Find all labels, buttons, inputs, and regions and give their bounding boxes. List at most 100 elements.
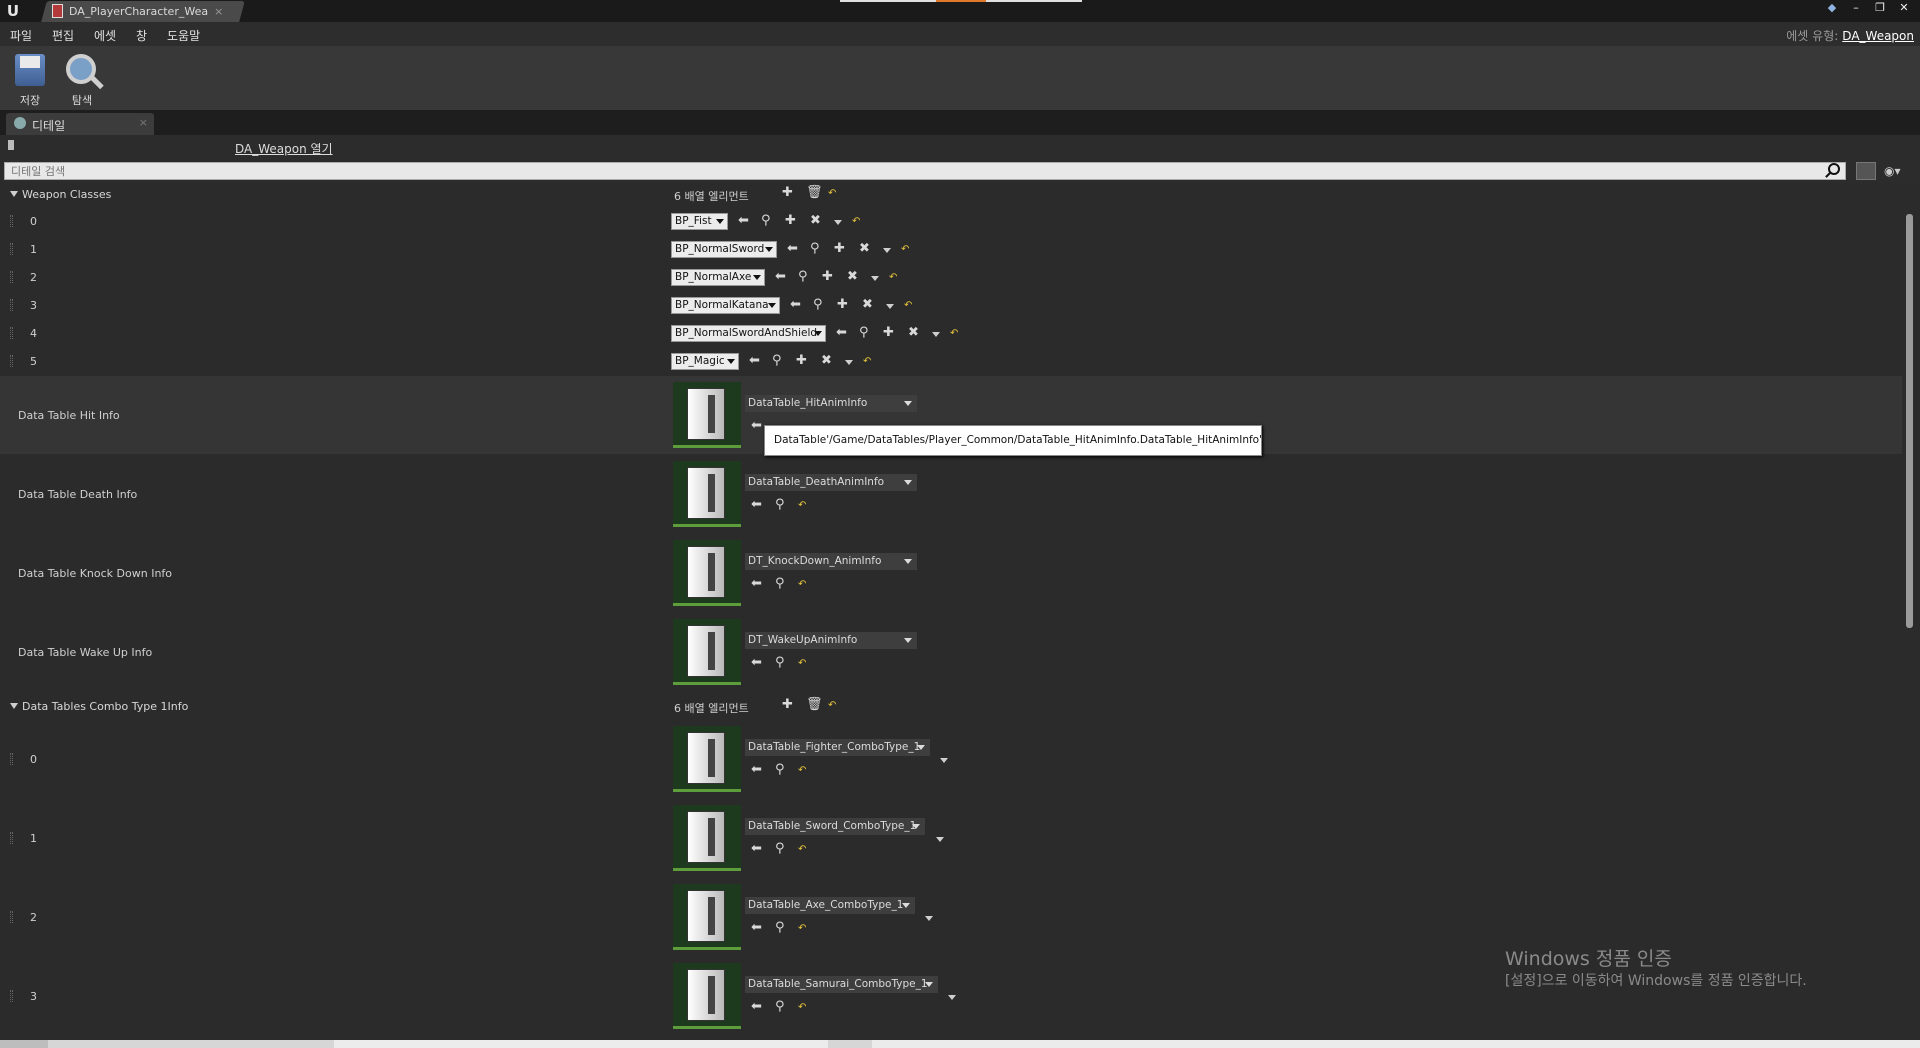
unreal-logo-icon[interactable]: U [2,0,24,22]
drag-handle-icon[interactable] [10,327,13,339]
chevron-down-icon[interactable] [925,916,933,921]
drag-handle-icon[interactable] [10,832,13,844]
data-table-thumbnail[interactable] [673,884,741,950]
plus-icon[interactable]: ✚ [782,698,793,712]
reset-icon[interactable]: ↶ [904,299,912,313]
data-table-thumbnail[interactable] [673,540,741,606]
data-table-thumbnail[interactable] [673,382,741,448]
arrow-left-icon[interactable]: ⬅ [751,419,762,433]
lock-icon[interactable] [8,140,14,150]
asset-picker[interactable]: DataTable_Samurai_ComboType_1 [745,976,938,993]
reset-icon[interactable]: ↶ [798,1001,806,1015]
document-tab-content[interactable]: DA_PlayerCharacter_Wea × [52,3,223,19]
data-table-thumbnail[interactable] [673,461,741,527]
arrow-left-icon[interactable]: ⬅ [787,242,798,256]
chevron-down-icon[interactable] [932,332,940,337]
close-button[interactable]: ✕ [1894,1,1914,15]
drag-handle-icon[interactable] [10,299,13,311]
search-icon[interactable]: ⚲ [775,842,785,856]
asset-picker[interactable]: DataTable_Axe_ComboType_1 [745,897,915,914]
reset-icon[interactable]: ↶ [798,764,806,778]
arrow-left-icon[interactable]: ⬅ [749,354,760,368]
weapon-classes-category[interactable]: Weapon Classes [10,188,111,201]
x-icon[interactable]: ✖ [810,214,821,228]
drag-handle-icon[interactable] [10,990,13,1002]
data-table-thumbnail[interactable] [673,963,741,1029]
class-picker[interactable]: BP_Magic [671,353,739,370]
minimize-button[interactable]: – [1846,1,1866,15]
collapse-triangle-icon[interactable] [10,703,18,709]
search-icon[interactable]: ⚲ [813,298,823,312]
data-table-thumbnail[interactable] [673,619,741,685]
plus-icon[interactable]: ✚ [796,354,807,368]
search-icon[interactable]: ⚲ [775,656,785,670]
reset-icon[interactable]: ↶ [950,327,958,341]
data-table-thumbnail[interactable] [673,726,741,792]
data-table-thumbnail[interactable] [673,805,741,871]
chevron-down-icon[interactable] [886,304,894,309]
chevron-down-icon[interactable] [871,276,879,281]
reset-icon[interactable]: ↶ [828,699,836,713]
chevron-down-icon[interactable] [948,995,956,1000]
x-icon[interactable]: ✖ [859,242,870,256]
menu-window[interactable]: 창 [136,27,147,44]
arrow-left-icon[interactable]: ⬅ [775,270,786,284]
arrow-left-icon[interactable]: ⬅ [751,656,762,670]
plus-icon[interactable]: ✚ [822,270,833,284]
menu-file[interactable]: 파일 [10,27,32,44]
combo-tables-category[interactable]: Data Tables Combo Type 1Info [10,700,188,713]
trash-icon[interactable]: 🗑 [806,698,823,712]
reset-icon[interactable]: ↶ [828,187,836,201]
search-icon[interactable]: ⚲ [761,214,771,228]
search-icon[interactable]: ⚲ [775,763,785,777]
menu-edit[interactable]: 편집 [52,27,74,44]
notification-icon[interactable]: ◆ [1822,1,1842,15]
browse-button[interactable]: 탐색 [58,50,106,108]
search-icon[interactable]: ⚲ [798,270,808,284]
plus-icon[interactable]: ✚ [834,242,845,256]
chevron-down-icon[interactable] [845,360,853,365]
search-icon[interactable]: ⚲ [772,354,782,368]
plus-icon[interactable]: ✚ [785,214,796,228]
asset-picker[interactable]: DT_KnockDown_AnimInfo [745,553,917,570]
search-icon[interactable]: ⚲ [810,242,820,256]
chevron-down-icon[interactable] [883,248,891,253]
reset-icon[interactable]: ↶ [889,271,897,285]
chevron-down-icon[interactable] [936,837,944,842]
arrow-left-icon[interactable]: ⬅ [738,214,749,228]
plus-icon[interactable]: ✚ [782,186,793,200]
class-picker[interactable]: BP_NormalSword [671,241,777,258]
reset-icon[interactable]: ↶ [863,355,871,369]
search-icon[interactable]: ⚲ [775,498,785,512]
arrow-left-icon[interactable]: ⬅ [751,921,762,935]
collapse-triangle-icon[interactable] [10,191,18,197]
arrow-left-icon[interactable]: ⬅ [751,577,762,591]
save-button[interactable]: 저장 [6,50,54,108]
reset-icon[interactable]: ↶ [798,499,806,513]
chevron-down-icon[interactable] [834,220,842,225]
asset-picker[interactable]: DT_WakeUpAnimInfo [745,632,917,649]
menu-asset[interactable]: 에셋 [94,27,116,44]
chevron-down-icon[interactable] [940,758,948,763]
arrow-left-icon[interactable]: ⬅ [836,326,847,340]
details-tab-close-icon[interactable]: × [139,116,148,129]
drag-handle-icon[interactable] [10,911,13,923]
trash-icon[interactable]: 🗑 [806,186,823,200]
asset-picker[interactable]: DataTable_HitAnimInfo [745,395,917,412]
reset-icon[interactable]: ↶ [798,922,806,936]
class-picker[interactable]: BP_NormalKatana [671,297,780,314]
search-icon[interactable]: ⚲ [775,921,785,935]
x-icon[interactable]: ✖ [847,270,858,284]
class-picker[interactable]: BP_NormalAxe [671,269,765,286]
drag-handle-icon[interactable] [10,355,13,367]
arrow-left-icon[interactable]: ⬅ [751,1000,762,1014]
view-options-eye-icon[interactable]: ◉▾ [1884,164,1904,178]
reset-icon[interactable]: ↶ [852,215,860,229]
details-scrollbar[interactable] [1906,214,1913,628]
details-search-input[interactable] [4,162,1846,180]
class-picker[interactable]: BP_NormalSwordAndShield [671,325,826,342]
reset-icon[interactable]: ↶ [798,843,806,857]
search-icon[interactable]: ⚲ [859,326,869,340]
search-icon[interactable]: ⚲ [775,577,785,591]
maximize-button[interactable]: ❐ [1870,1,1890,15]
